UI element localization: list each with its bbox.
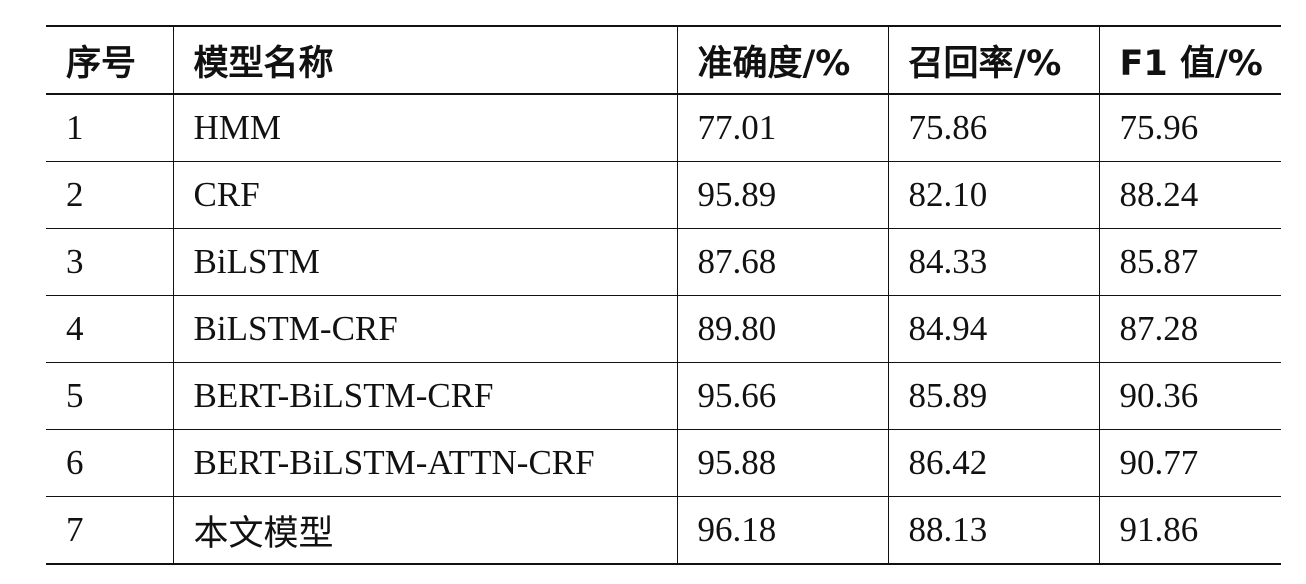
cell-index: 7 bbox=[46, 496, 174, 565]
cell-accuracy: 96.18 bbox=[677, 496, 889, 565]
cell-index: 6 bbox=[46, 429, 174, 497]
cell-f1: 90.77 bbox=[1099, 429, 1281, 497]
cell-recall: 86.42 bbox=[888, 429, 1100, 497]
header-model-name: 模型名称 bbox=[173, 25, 678, 95]
cell-f1: 88.24 bbox=[1099, 161, 1281, 229]
cell-f1: 85.87 bbox=[1099, 228, 1281, 296]
cell-f1: 90.36 bbox=[1099, 362, 1281, 430]
cell-model-name: CRF bbox=[173, 161, 678, 229]
cell-model-name: BiLSTM-CRF bbox=[173, 295, 678, 363]
cell-index: 4 bbox=[46, 295, 174, 363]
cell-recall: 84.94 bbox=[888, 295, 1100, 363]
header-accuracy: 准确度/% bbox=[677, 25, 889, 95]
table-body: 1 HMM 77.01 75.86 75.96 2 CRF 95.89 82.1… bbox=[46, 94, 1281, 565]
cell-accuracy: 89.80 bbox=[677, 295, 889, 363]
cell-index: 5 bbox=[46, 362, 174, 430]
cell-model-name: HMM bbox=[173, 94, 678, 162]
cell-accuracy: 87.68 bbox=[677, 228, 889, 296]
table-row: 2 CRF 95.89 82.10 88.24 bbox=[46, 161, 1281, 229]
table-row: 7 本文模型 96.18 88.13 91.86 bbox=[46, 496, 1281, 565]
cell-f1: 75.96 bbox=[1099, 94, 1281, 162]
cell-f1: 87.28 bbox=[1099, 295, 1281, 363]
cell-index: 2 bbox=[46, 161, 174, 229]
cell-recall: 75.86 bbox=[888, 94, 1100, 162]
table-row: 6 BERT-BiLSTM-ATTN-CRF 95.88 86.42 90.77 bbox=[46, 429, 1281, 497]
cell-recall: 85.89 bbox=[888, 362, 1100, 430]
header-recall: 召回率/% bbox=[888, 25, 1100, 95]
cell-recall: 82.10 bbox=[888, 161, 1100, 229]
table-row: 3 BiLSTM 87.68 84.33 85.87 bbox=[46, 228, 1281, 296]
cell-index: 3 bbox=[46, 228, 174, 296]
header-f1: F1 值/% bbox=[1099, 25, 1281, 95]
header-row: 序号 模型名称 准确度/% 召回率/% F1 值/% bbox=[46, 25, 1281, 95]
cell-accuracy: 95.88 bbox=[677, 429, 889, 497]
cell-model-name: BERT-BiLSTM-ATTN-CRF bbox=[173, 429, 678, 497]
cell-model-name: BiLSTM bbox=[173, 228, 678, 296]
cell-index: 1 bbox=[46, 94, 174, 162]
cell-accuracy: 95.89 bbox=[677, 161, 889, 229]
table-header: 序号 模型名称 准确度/% 召回率/% F1 值/% bbox=[46, 25, 1281, 95]
table-row: 1 HMM 77.01 75.86 75.96 bbox=[46, 94, 1281, 162]
cell-f1: 91.86 bbox=[1099, 496, 1281, 565]
cell-recall: 84.33 bbox=[888, 228, 1100, 296]
cell-recall: 88.13 bbox=[888, 496, 1100, 565]
header-index: 序号 bbox=[46, 25, 174, 95]
cell-model-name: BERT-BiLSTM-CRF bbox=[173, 362, 678, 430]
cell-model-name: 本文模型 bbox=[173, 496, 678, 565]
table-row: 5 BERT-BiLSTM-CRF 95.66 85.89 90.36 bbox=[46, 362, 1281, 430]
results-table: 序号 模型名称 准确度/% 召回率/% F1 值/% 1 HMM 77.01 7… bbox=[46, 25, 1281, 565]
table-row: 4 BiLSTM-CRF 89.80 84.94 87.28 bbox=[46, 295, 1281, 363]
cell-accuracy: 95.66 bbox=[677, 362, 889, 430]
cell-accuracy: 77.01 bbox=[677, 94, 889, 162]
